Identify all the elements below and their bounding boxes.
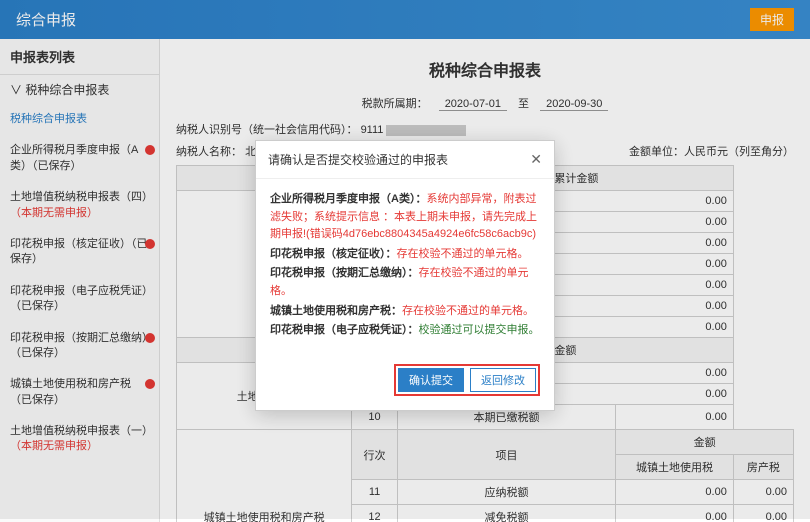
modal-message-line: 印花税申报（电子应税凭证）：校验通过可以提交申报。 bbox=[270, 322, 540, 340]
modal-overlay: 请确认是否提交校验通过的申报表 ✕ 企业所得税月季度申报（A类）：系统内部异常，… bbox=[0, 0, 810, 519]
back-modify-button[interactable]: 返回修改 bbox=[470, 368, 536, 392]
confirm-submit-button[interactable]: 确认提交 bbox=[398, 368, 464, 392]
modal-header: 请确认是否提交校验通过的申报表 ✕ bbox=[256, 141, 554, 179]
modal-footer: 确认提交 返回修改 bbox=[256, 354, 554, 410]
modal-message-line: 企业所得税月季度申报（A类）：系统内部异常，附表过滤失败；系统提示信息 ：本表上… bbox=[270, 191, 540, 244]
modal-message-line: 印花税申报（核定征收）：存在校验不通过的单元格。 bbox=[270, 246, 540, 264]
modal-title: 请确认是否提交校验通过的申报表 bbox=[268, 151, 448, 168]
highlighted-button-group: 确认提交 返回修改 bbox=[394, 364, 540, 396]
modal-message-line: 印花税申报（按期汇总缴纳）：存在校验不通过的单元格。 bbox=[270, 265, 540, 300]
close-icon[interactable]: ✕ bbox=[530, 151, 542, 168]
confirm-modal: 请确认是否提交校验通过的申报表 ✕ 企业所得税月季度申报（A类）：系统内部异常，… bbox=[255, 140, 555, 411]
modal-message-line: 城镇土地使用税和房产税：存在校验不通过的单元格。 bbox=[270, 303, 540, 321]
modal-body: 企业所得税月季度申报（A类）：系统内部异常，附表过滤失败；系统提示信息 ：本表上… bbox=[256, 179, 554, 354]
